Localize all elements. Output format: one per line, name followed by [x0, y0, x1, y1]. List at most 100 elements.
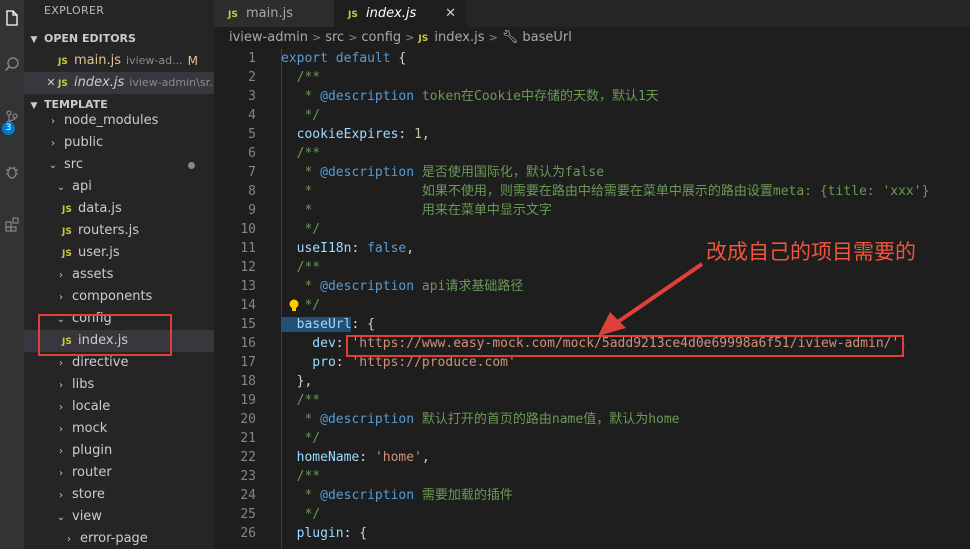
open-editors-header[interactable]: ▼ OPEN EDITORS: [24, 28, 214, 50]
folder-item[interactable]: › node_modules: [24, 110, 214, 132]
folder-item[interactable]: › store: [24, 484, 214, 506]
chevron-down-icon: ▼: [30, 35, 38, 45]
tree-item-label: components: [72, 289, 153, 304]
chevron-right-icon: ›: [59, 490, 63, 501]
code-line: 9 * 用来在菜单中显示文字: [214, 201, 970, 220]
chevron-right-icon: >: [405, 31, 415, 44]
code-token: 'home': [374, 450, 422, 465]
breadcrumb-item[interactable]: src: [325, 30, 344, 45]
tree-item-label: libs: [72, 377, 95, 392]
line-number: 1: [248, 51, 256, 66]
folder-item[interactable]: › public: [24, 132, 214, 154]
files-icon[interactable]: [0, 0, 24, 36]
code-token: ,: [406, 241, 415, 256]
chevron-right-icon: ›: [59, 424, 63, 435]
chevron-right-icon: ›: [59, 468, 63, 479]
code-token: /**: [281, 260, 321, 275]
chevron-right-icon: ›: [59, 292, 63, 303]
tree-item-label: store: [72, 487, 105, 502]
code-token: },: [281, 374, 313, 389]
code-token: 是否使用国际化，默认为false: [414, 165, 605, 180]
code-line: 24 * @description 需要加载的插件: [214, 486, 970, 505]
file-item[interactable]: JS user.js: [24, 242, 214, 264]
code-token: *: [281, 165, 321, 180]
folder-item[interactable]: ⌄ view: [24, 506, 214, 528]
code-token: /**: [281, 393, 321, 408]
folder-item[interactable]: › error-page: [24, 528, 214, 549]
line-number: 12: [240, 260, 256, 275]
folder-item[interactable]: › router: [24, 462, 214, 484]
folder-item[interactable]: › assets: [24, 264, 214, 286]
line-number: 21: [240, 431, 256, 446]
folder-item[interactable]: › components: [24, 286, 214, 308]
code-line: 22 homeName: 'home',: [214, 448, 970, 467]
code-line: 1 export default {: [214, 49, 970, 68]
open-editor-item[interactable]: ✕ JS index.js iview-admin\sr...: [24, 72, 214, 94]
file-item[interactable]: JS data.js: [24, 198, 214, 220]
code-token: dev: [281, 336, 336, 351]
line-number: 15: [240, 317, 256, 332]
tree-item-label: error-page: [80, 531, 148, 546]
line-number: 26: [240, 526, 256, 541]
tab-main-js[interactable]: JS main.js: [214, 0, 340, 27]
chevron-right-icon: >: [348, 31, 358, 44]
source-control-badge: 3: [2, 122, 15, 135]
code-line: 5 cookieExpires: 1,: [214, 125, 970, 144]
debug-icon[interactable]: [0, 154, 24, 190]
code-token: pro: [281, 355, 336, 370]
code-token: {: [390, 51, 407, 66]
line-number: 23: [240, 469, 256, 484]
code-line: 7 * @description 是否使用国际化，默认为false: [214, 163, 970, 182]
code-token: */: [281, 507, 321, 522]
line-number: 14: [240, 298, 256, 313]
tree-item-label: api: [72, 179, 92, 194]
close-icon[interactable]: ✕: [44, 72, 58, 94]
chevron-right-icon: ›: [59, 358, 63, 369]
file-item[interactable]: JS routers.js: [24, 220, 214, 242]
extensions-icon[interactable]: [0, 206, 24, 242]
tab-close-icon[interactable]: ✕: [445, 0, 456, 27]
modified-badge: M: [187, 54, 198, 68]
breadcrumb-item[interactable]: baseUrl: [522, 30, 571, 45]
code-line: 20 * @description 默认打开的首页的路由name值，默认为hom…: [214, 410, 970, 429]
chevron-right-icon: ›: [51, 138, 55, 149]
code-line: 23 /**: [214, 467, 970, 486]
chevron-right-icon: ›: [67, 534, 71, 545]
line-number: 6: [248, 146, 256, 161]
code-token: ,: [421, 450, 430, 465]
code-token: 需要加载的插件: [414, 488, 513, 503]
code-token: @description: [320, 488, 415, 503]
lightbulb-icon[interactable]: [288, 299, 300, 313]
code-token: false: [367, 241, 407, 256]
folder-item[interactable]: › mock: [24, 418, 214, 440]
folder-item[interactable]: › locale: [24, 396, 214, 418]
code-token: */: [281, 222, 321, 237]
breadcrumb-item[interactable]: config: [361, 30, 401, 45]
line-number: 10: [240, 222, 256, 237]
folder-item[interactable]: › plugin: [24, 440, 214, 462]
tree-item-label: node_modules: [64, 113, 159, 128]
code-token: */: [281, 298, 321, 313]
tree-item-label: user.js: [78, 245, 120, 260]
js-file-icon: JS: [62, 249, 72, 259]
open-editor-item[interactable]: JS main.js iview-ad... M: [24, 50, 214, 72]
folder-item[interactable]: ⌄ api: [24, 176, 214, 198]
tree-item-label: public: [64, 135, 104, 150]
chevron-down-icon: ⌄: [56, 512, 66, 523]
tree-item-label: mock: [72, 421, 108, 436]
folder-item[interactable]: › libs: [24, 374, 214, 396]
code-token: token在Cookie中存储的天数，默认1天: [414, 89, 659, 104]
code-token: plugin: [281, 526, 344, 541]
chevron-down-icon: ⌄: [48, 160, 58, 171]
tab-bar: JS main.js JS index.js ✕: [214, 0, 970, 27]
code-line: 6 /**: [214, 144, 970, 163]
search-icon[interactable]: [0, 46, 24, 82]
code-token: cookieExpires: [281, 127, 399, 142]
breadcrumb-item[interactable]: iview-admin: [229, 30, 308, 45]
breadcrumb-item[interactable]: index.js: [434, 30, 484, 45]
code-line: 26 plugin: {: [214, 524, 970, 543]
code-token: @description: [320, 279, 415, 294]
tab-index-js[interactable]: JS index.js ✕: [334, 0, 466, 27]
code-token: homeName: [281, 450, 360, 465]
folder-item[interactable]: ⌄ src: [24, 154, 214, 176]
